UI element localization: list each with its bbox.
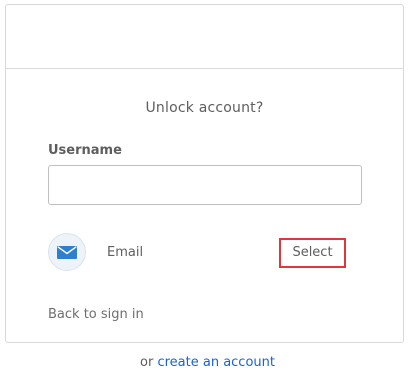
- email-factor-icon: [48, 233, 86, 271]
- footer-prefix: or: [140, 355, 154, 370]
- create-account-link[interactable]: create an account: [157, 355, 275, 370]
- email-factor-label: Email: [107, 245, 144, 260]
- back-to-sign-in-link[interactable]: Back to sign in: [48, 307, 144, 322]
- footer: or create an account: [0, 355, 415, 370]
- username-input[interactable]: [48, 165, 362, 205]
- card-header: [6, 5, 403, 69]
- username-label: Username: [48, 143, 122, 158]
- select-email-button[interactable]: Select: [279, 238, 346, 268]
- envelope-icon: [57, 246, 77, 259]
- unlock-account-card: Unlock account? Username Email Select Ba…: [5, 4, 404, 343]
- page-title: Unlock account?: [145, 100, 264, 116]
